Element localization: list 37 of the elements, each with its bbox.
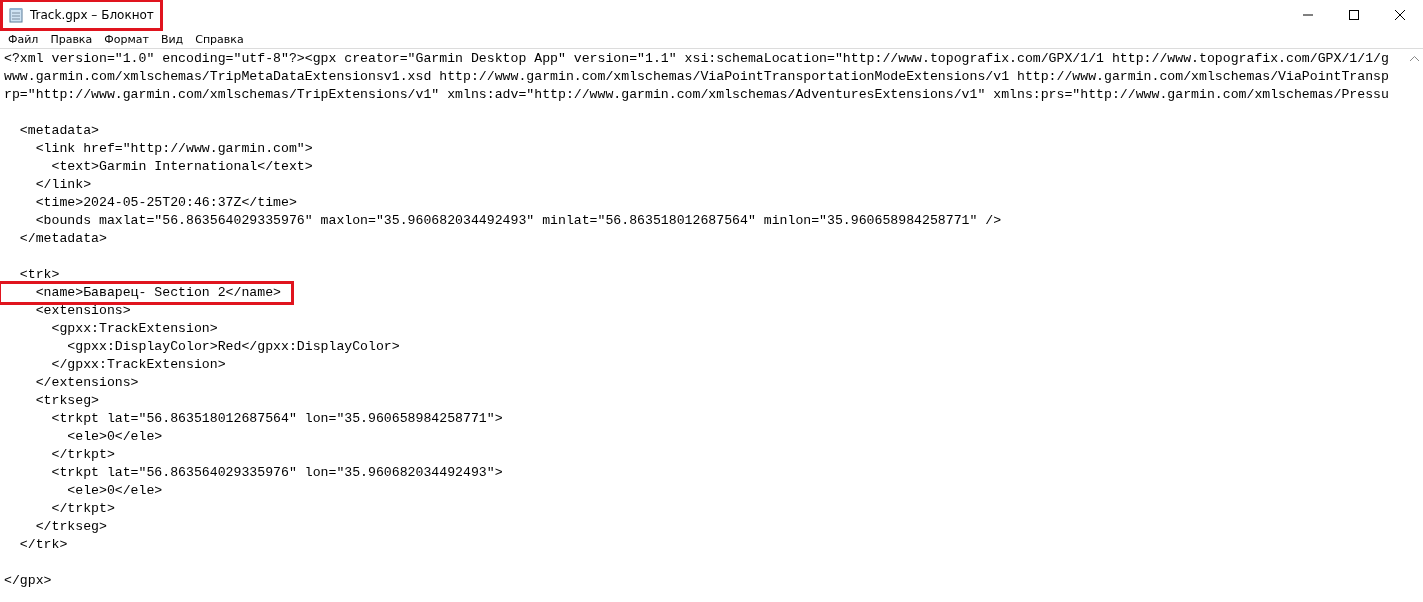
code-line: <trk> (18, 266, 60, 284)
menu-item[interactable]: Вид (154, 32, 190, 46)
code-line: </gpx> (4, 572, 52, 590)
scroll-up-icon[interactable] (1409, 55, 1420, 62)
code-line: <link href="http://www.garmin.com"> (34, 140, 313, 158)
code-line: </trkpt> (50, 500, 115, 518)
code-line: </link> (34, 176, 92, 194)
code-line: <trkseg> (34, 392, 99, 410)
close-icon[interactable] (1394, 9, 1406, 21)
maximize-icon[interactable] (1348, 9, 1360, 21)
menu-item[interactable]: Справка (189, 32, 250, 46)
menu-item[interactable]: Формат (98, 32, 155, 46)
code-line: </gpxx:TrackExtension> (50, 356, 226, 374)
code-line: <time>2024-05-25T20:46:37Z</time> (34, 194, 297, 212)
code-line: </extensions> (34, 374, 139, 392)
menu-item[interactable]: Файл (2, 32, 45, 46)
menu-item[interactable]: Правка (44, 32, 99, 46)
code-line: <gpxx:DisplayColor>Red</gpxx:DisplayColor> (66, 338, 400, 356)
code-line: <name>Баварец- Section 2</name> (34, 284, 281, 302)
code-line: <ele>0</ele> (66, 428, 163, 446)
code-line: <gpxx:TrackExtension> (50, 320, 218, 338)
code-line: <?xml version="1.0" encoding="utf-8"?><gpx creator="Garmin Desktop App" version="1.1" xsi:schemaLocation="http://www.topografix.com/GPX/1/1 http://www.topografix.com/GPX/1/1/g (4, 50, 1389, 68)
code-line: rp="http://www.garmin.com/xmlschemas/TripExtensions/v1" xmlns:adv="http://www.garmin.com/xmlschemas/AdventuresExtensions/v1" xmlns:prs="http://www.garmin.com/xmlschemas/Pressu (4, 86, 1389, 104)
code-line: <metadata> (18, 122, 99, 140)
window-title: Track.gpx – Блокнот (30, 8, 154, 22)
code-line: <text>Garmin International</text> (50, 158, 313, 176)
code-line: </trkpt> (50, 446, 115, 464)
code-line: </metadata> (18, 230, 107, 248)
code-line: <trkpt lat="56.863564029335976" lon="35.960682034492493"> (50, 464, 503, 482)
notepad-icon (8, 7, 24, 23)
code-line: <trkpt lat="56.863518012687564" lon="35.960658984258771"> (50, 410, 503, 428)
code-line: </trkseg> (34, 518, 107, 536)
code-line: <ele>0</ele> (66, 482, 163, 500)
code-line: <extensions> (34, 302, 131, 320)
code-line: </trk> (18, 536, 68, 554)
code-line: <bounds maxlat="56.863564029335976" maxlon="35.960682034492493" minlat="56.863518012687564" minlon="35.960658984258771" /> (34, 212, 1002, 230)
code-line: www.garmin.com/xmlschemas/TripMetaDataExtensionsv1.xsd http://www.garmin.com/xmlschemas/ViaPointTransportationModeExtensions/v1 http://www.garmin.com/xmlschemas/ViaPointTransp (4, 68, 1389, 86)
